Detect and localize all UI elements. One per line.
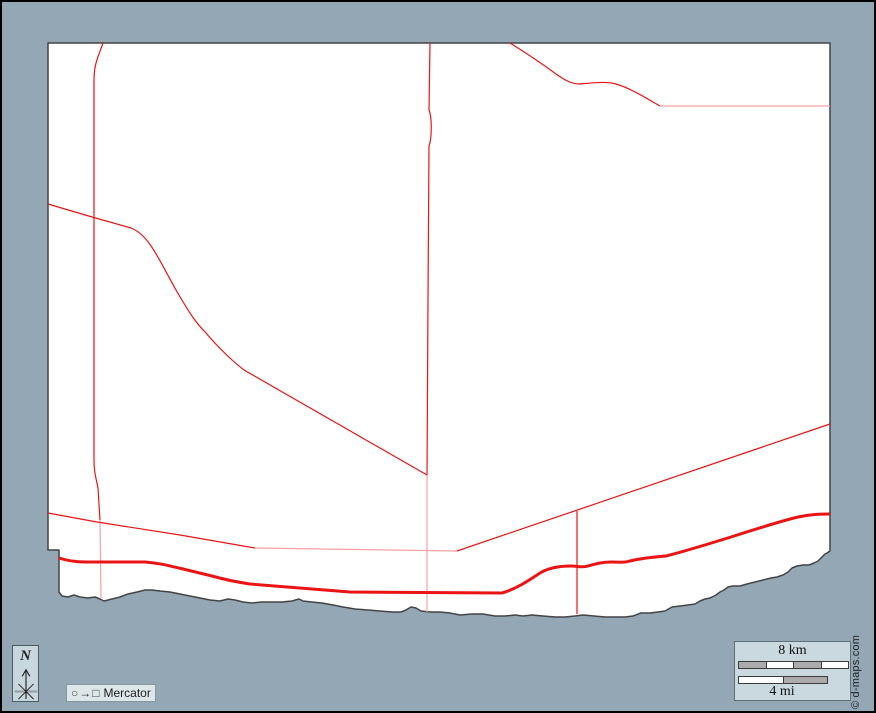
projection-box: ○ → □ Mercator [66, 684, 156, 702]
scale-mi-label: 4 mi [738, 684, 826, 700]
arrow-right-icon: → [79, 686, 91, 700]
square-icon: □ [92, 686, 99, 700]
north-label: N [20, 648, 31, 664]
scale-km-label: 8 km [735, 643, 850, 659]
scale-bar-mi [738, 676, 828, 684]
scale-segment-white [739, 677, 783, 683]
scale-segment-white [766, 662, 794, 668]
map-screenshot: N ○ → □ Mercator 8 km 4 mi © d-maps.com [0, 0, 876, 713]
landmass [48, 43, 830, 617]
compass-rose-icon [13, 665, 39, 701]
circle-icon: ○ [71, 686, 78, 700]
scale-bar-km [738, 661, 849, 669]
scale-segment-white [821, 662, 849, 668]
copyright-watermark: © d-maps.com [850, 635, 862, 709]
scale-segment-gray [739, 662, 766, 668]
projection-name: Mercator [104, 686, 151, 700]
scale-box: 8 km 4 mi [734, 641, 851, 701]
scale-segment-gray [793, 662, 821, 668]
north-indicator: N [12, 645, 39, 702]
map-canvas [0, 0, 876, 713]
scale-segment-gray [783, 677, 828, 683]
